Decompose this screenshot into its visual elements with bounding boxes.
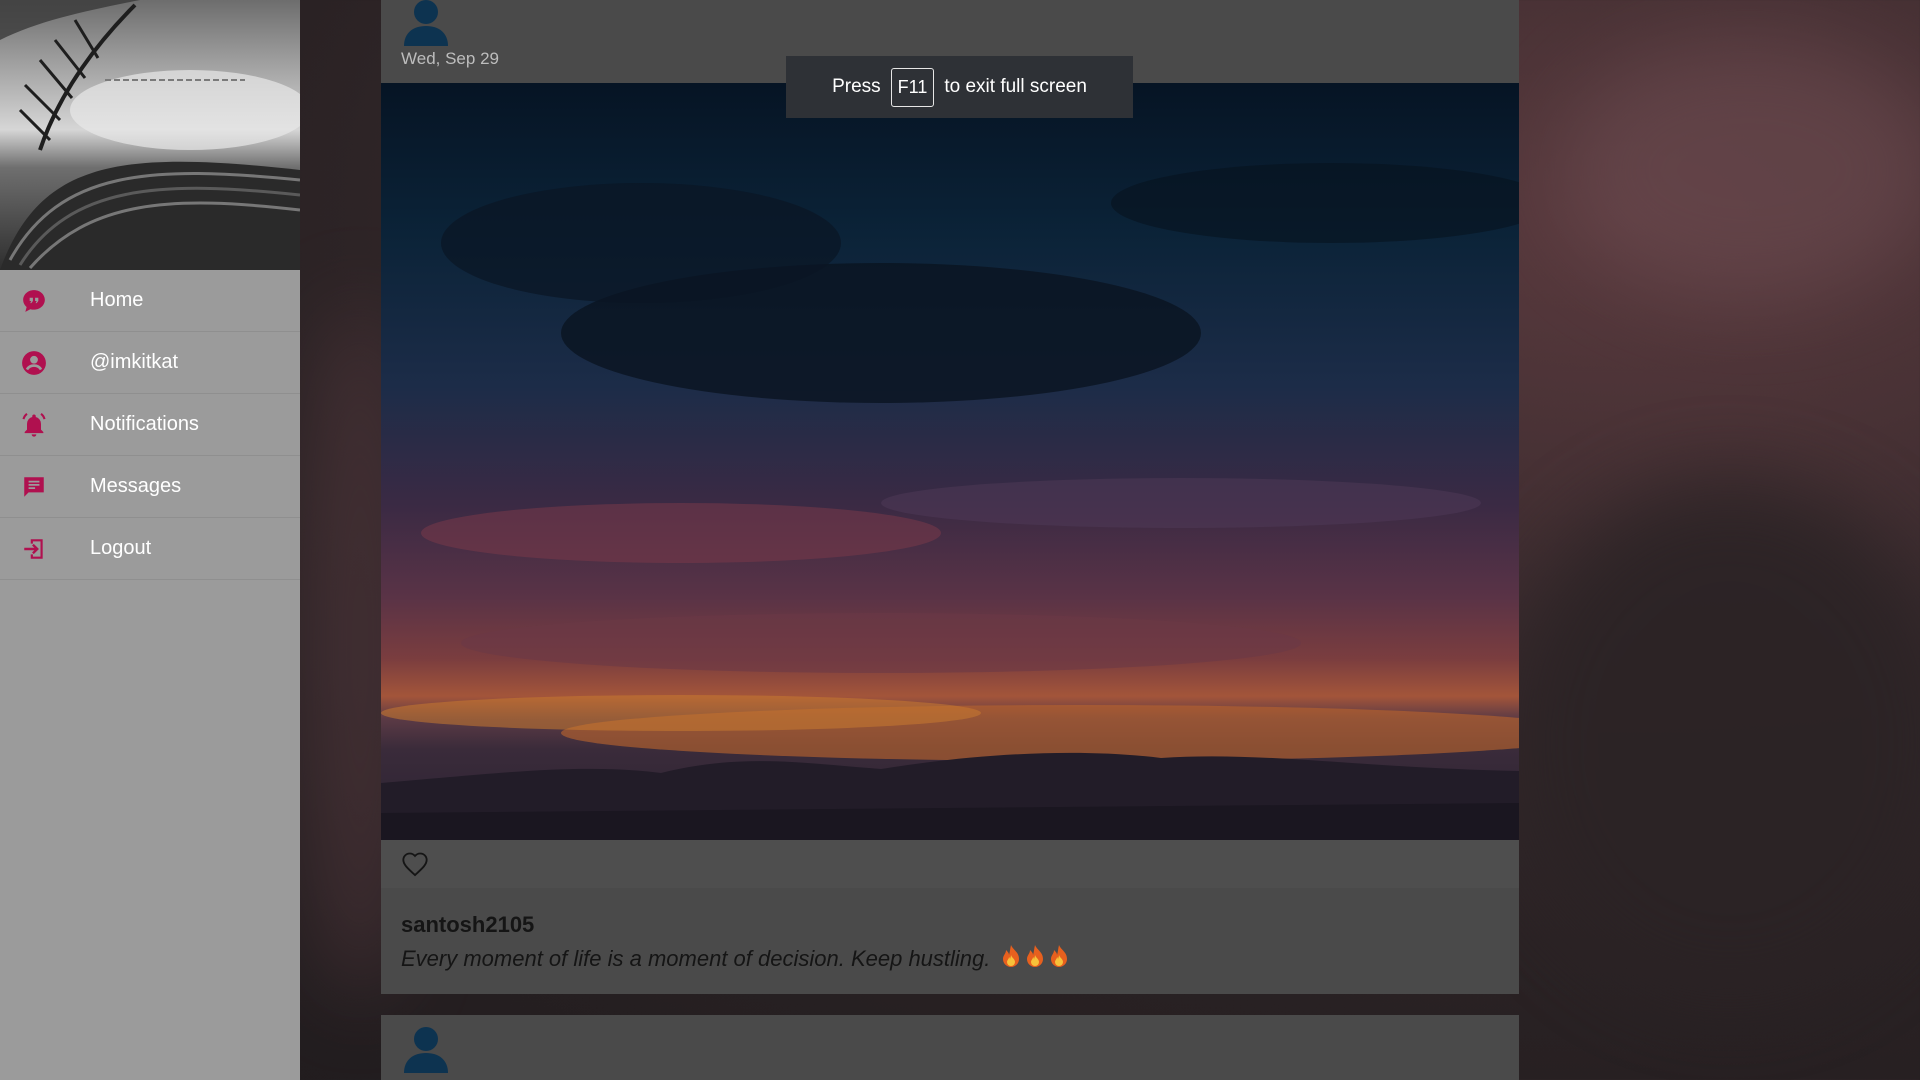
sidebar-item-label: Logout	[90, 537, 152, 559]
avatar[interactable]	[404, 0, 448, 46]
chat-bubble-icon	[20, 287, 48, 315]
toast-suffix: to exit full screen	[944, 76, 1087, 97]
post-caption-text: Every moment of life is a moment of deci…	[401, 946, 991, 971]
logout-icon	[20, 535, 48, 563]
post-author[interactable]: santosh2105	[401, 912, 534, 938]
fire-emoji-icon	[1001, 943, 1073, 975]
post-caption: Every moment of life is a moment of deci…	[401, 943, 1073, 975]
post-actions	[381, 840, 1519, 888]
sidebar-item-label: Messages	[90, 475, 182, 497]
sidebar-item-messages[interactable]: Messages	[0, 456, 300, 518]
message-icon	[20, 473, 48, 501]
feed: Wed, Sep 29 santosh2105 Every moment of …	[381, 0, 1519, 1080]
sidebar-item-label: Home	[90, 289, 144, 311]
post-image[interactable]	[381, 83, 1519, 840]
sidebar-item-home[interactable]: Home	[0, 270, 300, 332]
heart-icon[interactable]	[401, 851, 429, 877]
background-cloud	[1560, 40, 1920, 300]
avatar[interactable]	[404, 1027, 448, 1073]
toast-prefix: Press	[832, 76, 881, 97]
sidebar-item-notifications[interactable]: Notifications	[0, 394, 300, 456]
bell-icon	[20, 411, 48, 439]
sidebar-item-logout[interactable]: Logout	[0, 518, 300, 580]
account-icon	[20, 349, 48, 377]
background-cloud	[1500, 480, 1920, 1000]
post-date: Wed, Sep 29	[401, 49, 499, 68]
sidebar-item-profile[interactable]: @imkitkat	[0, 332, 300, 394]
sidebar-nav: Home @imkitkat Notifications Messages Lo…	[0, 270, 300, 580]
sidebar-item-label: @imkitkat	[90, 351, 179, 373]
post-card: Wed, Sep 29 santosh2105 Every moment of …	[381, 0, 1519, 994]
sidebar-cover-photo	[0, 0, 300, 270]
toast-key: F11	[890, 67, 935, 107]
sidebar-item-label: Notifications	[90, 413, 199, 435]
sidebar: Home @imkitkat Notifications Messages Lo…	[0, 0, 300, 1080]
fullscreen-exit-toast: Press F11 to exit full screen	[786, 56, 1133, 118]
post-card	[381, 1015, 1519, 1080]
